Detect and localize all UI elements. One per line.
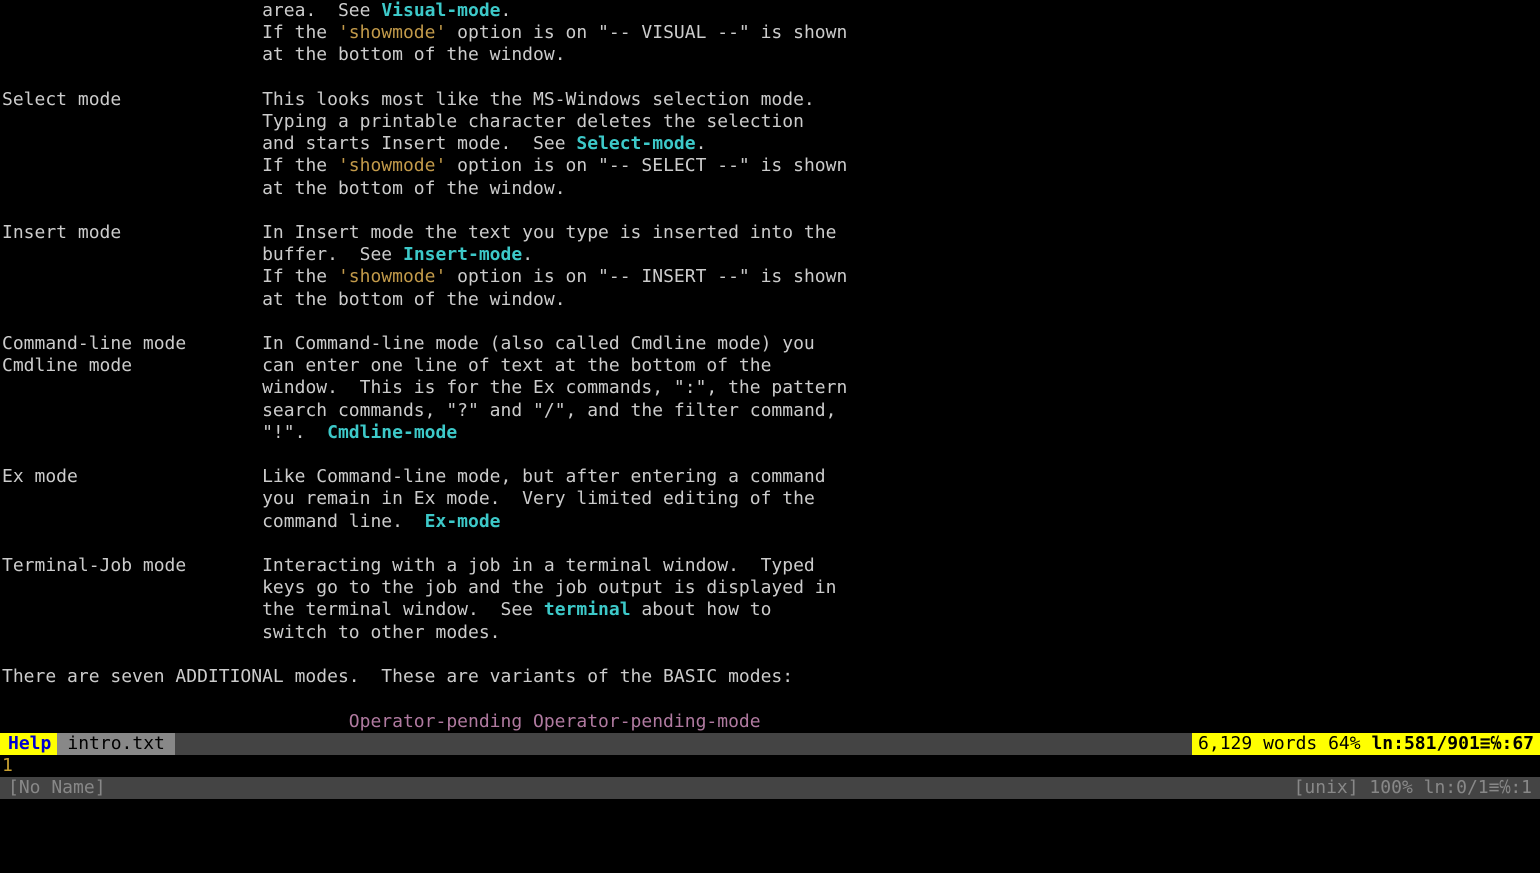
help-link[interactable]: Select-mode (576, 133, 695, 154)
help-line: If the 'showmode' option is on "-- SELEC… (2, 155, 1538, 177)
help-line (2, 644, 1538, 666)
statusline-bottom-window: [No Name] [unix] 100% ln:0/1≡℅:1 (0, 777, 1540, 799)
help-line: search commands, "?" and "/", and the fi… (2, 400, 1538, 422)
help-line: "!". Cmdline-mode (2, 422, 1538, 444)
help-line (2, 533, 1538, 555)
buffer-content-line[interactable]: 1 (0, 755, 1540, 777)
help-line: buffer. See Insert-mode. (2, 244, 1538, 266)
help-line: Select mode This looks most like the MS-… (2, 89, 1538, 111)
help-line: window. This is for the Ex commands, ":"… (2, 377, 1538, 399)
help-stats-position: ln:581/901≡℅:67 (1371, 733, 1534, 754)
help-link[interactable]: Ex-mode (425, 511, 501, 532)
help-link[interactable]: terminal (544, 599, 631, 620)
bottom-buffer-stats: [unix] 100% ln:0/1≡℅:1 (1294, 777, 1532, 799)
help-line: If the 'showmode' option is on "-- INSER… (2, 266, 1538, 288)
help-line: you remain in Ex mode. Very limited edit… (2, 488, 1538, 510)
help-line: If the 'showmode' option is on "-- VISUA… (2, 22, 1538, 44)
help-line: keys go to the job and the job output is… (2, 577, 1538, 599)
help-filename: intro.txt (57, 733, 175, 755)
help-line: Insert mode In Insert mode the text you … (2, 222, 1538, 244)
help-option[interactable]: 'showmode' (338, 266, 446, 287)
help-line (2, 688, 1538, 710)
statusline-help-window: Help intro.txt 6,129 words 64% ln:581/90… (0, 733, 1540, 755)
help-line: Command-line mode In Command-line mode (… (2, 333, 1538, 355)
help-option[interactable]: 'showmode' (338, 22, 446, 43)
statusline-spacer (175, 733, 1192, 755)
help-chip: Help (0, 733, 57, 755)
command-line[interactable] (0, 851, 1540, 873)
help-link[interactable]: Visual-mode (381, 0, 500, 21)
help-stats-words: 6,129 words 64% (1198, 733, 1371, 754)
help-line (2, 67, 1538, 89)
help-line: at the bottom of the window. (2, 44, 1538, 66)
help-line: at the bottom of the window. (2, 289, 1538, 311)
help-link[interactable]: Insert-mode (403, 244, 522, 265)
help-option[interactable]: 'showmode' (338, 155, 446, 176)
help-line (2, 311, 1538, 333)
bottom-buffer-name: [No Name] (8, 777, 1294, 799)
help-line (2, 200, 1538, 222)
help-line (2, 444, 1538, 466)
help-line: area. See Visual-mode. (2, 0, 1538, 22)
help-line: Cmdline mode can enter one line of text … (2, 355, 1538, 377)
help-line: switch to other modes. (2, 622, 1538, 644)
help-line: Operator-pending Operator-pending-mode (2, 711, 1538, 733)
help-line: Typing a printable character deletes the… (2, 111, 1538, 133)
help-tag: Operator-pending Operator-pending-mode (349, 711, 761, 732)
help-line: Ex mode Like Command-line mode, but afte… (2, 466, 1538, 488)
help-line: Terminal-Job mode Interacting with a job… (2, 555, 1538, 577)
help-line: command line. Ex-mode (2, 511, 1538, 533)
help-line: There are seven ADDITIONAL modes. These … (2, 666, 1538, 688)
help-stats: 6,129 words 64% ln:581/901≡℅:67 (1192, 733, 1540, 755)
help-line: the terminal window. See terminal about … (2, 599, 1538, 621)
help-link[interactable]: Cmdline-mode (327, 422, 457, 443)
help-line: at the bottom of the window. (2, 178, 1538, 200)
help-line: and starts Insert mode. See Select-mode. (2, 133, 1538, 155)
help-window[interactable]: area. See Visual-mode. If the 'showmode'… (0, 0, 1540, 733)
vim-editor: area. See Visual-mode. If the 'showmode'… (0, 0, 1540, 873)
buffer-text: 1 (2, 755, 13, 776)
